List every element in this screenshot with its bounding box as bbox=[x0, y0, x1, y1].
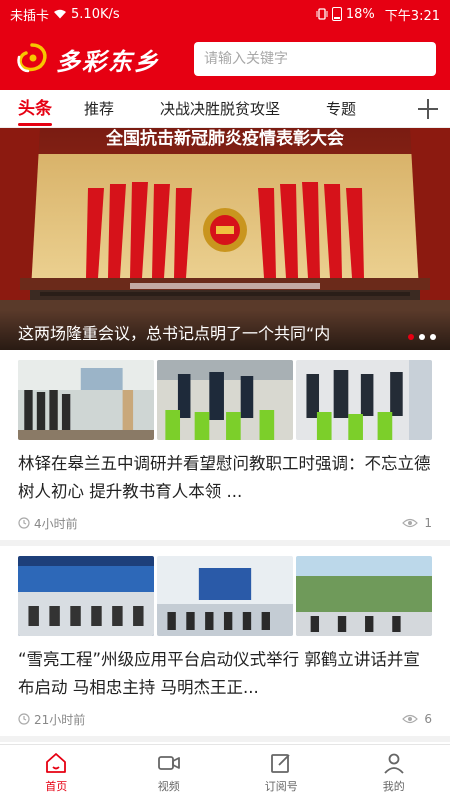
network-speed: 5.10K/s bbox=[71, 6, 120, 22]
logo-swirl-icon bbox=[17, 43, 47, 73]
nav-video-label: 视频 bbox=[157, 780, 180, 793]
subscribe-icon bbox=[271, 754, 290, 773]
news-meta: 4小时前 1 bbox=[18, 506, 432, 540]
nav-home[interactable]: 首页 bbox=[0, 745, 113, 800]
app-header: 多彩东乡 bbox=[0, 28, 450, 90]
carousel-dot[interactable] bbox=[408, 334, 414, 340]
news-thumbnails bbox=[18, 360, 432, 440]
news-thumbnail bbox=[18, 360, 154, 440]
tab-headline[interactable]: 头条 bbox=[12, 90, 58, 128]
battery-icon bbox=[331, 7, 342, 21]
news-thumbnail bbox=[18, 556, 154, 636]
news-thumbnail bbox=[157, 556, 293, 636]
wifi-icon bbox=[53, 9, 67, 19]
eye-icon bbox=[402, 518, 419, 528]
tab-recommend[interactable]: 推荐 bbox=[78, 90, 120, 128]
news-item[interactable]: “雪亮工程”州级应用平台启动仪式举行 郭鹤立讲话并宣布启动 马相忠主持 马明杰王… bbox=[0, 546, 450, 742]
clock-icon bbox=[18, 713, 30, 725]
news-title[interactable]: 林铎在皋兰五中调研并看望慰问教职工时强调：不忘立德树人初心 提升教书育人本领 .… bbox=[18, 450, 432, 506]
news-thumbnail bbox=[296, 360, 432, 440]
news-item[interactable]: 林铎在皋兰五中调研并看望慰问教职工时强调：不忘立德树人初心 提升教书育人本领 .… bbox=[0, 350, 450, 546]
news-thumbnail bbox=[157, 360, 293, 440]
tab-poverty-alleviation[interactable]: 决战决胜脱贫攻坚 bbox=[154, 90, 286, 128]
news-views-count: 1 bbox=[424, 516, 432, 530]
news-feed: 林铎在皋兰五中调研并看望慰问教职工时强调：不忘立德树人初心 提升教书育人本领 .… bbox=[0, 350, 450, 744]
app-logo: 多彩东乡 bbox=[14, 41, 160, 77]
nav-subscribe-label: 订阅号 bbox=[264, 780, 298, 793]
video-icon bbox=[157, 756, 180, 770]
news-time-text: 21小时前 bbox=[34, 712, 86, 727]
nav-subscribe[interactable]: 订阅号 bbox=[225, 745, 338, 800]
vibrate-icon bbox=[316, 8, 328, 20]
carousel-dot[interactable] bbox=[430, 334, 436, 340]
status-bar: 未插卡 5.10K/s 18% 下午3:21 bbox=[0, 0, 450, 28]
clock-icon bbox=[18, 517, 30, 529]
profile-icon bbox=[384, 753, 404, 774]
news-time-text: 4小时前 bbox=[34, 516, 78, 531]
home-icon bbox=[46, 753, 67, 773]
bottom-nav: 首页 视频 订阅号 我的 bbox=[0, 744, 450, 800]
carousel-dot[interactable] bbox=[419, 334, 425, 340]
clock: 下午3:21 bbox=[384, 8, 440, 24]
add-tab-plus-icon[interactable] bbox=[418, 98, 438, 119]
nav-video[interactable]: 视频 bbox=[113, 745, 226, 800]
news-views-count: 6 bbox=[424, 712, 432, 726]
sim-status: 未插卡 bbox=[10, 8, 50, 24]
nav-profile[interactable]: 我的 bbox=[338, 745, 450, 800]
news-time: 4小时前 bbox=[18, 515, 78, 532]
news-title[interactable]: “雪亮工程”州级应用平台启动仪式举行 郭鹤立讲话并宣布启动 马相忠主持 马明杰王… bbox=[18, 646, 432, 702]
battery-level: 18% bbox=[345, 6, 375, 22]
banner-caption[interactable]: 这两场隆重会议，总书记点明了一个共同“内 bbox=[0, 310, 450, 350]
news-thumbnails bbox=[18, 556, 432, 636]
carousel-dots bbox=[408, 334, 436, 340]
tab-special-topics[interactable]: 专题 bbox=[320, 90, 362, 128]
news-views: 1 bbox=[402, 516, 432, 530]
news-time: 21小时前 bbox=[18, 711, 85, 728]
search-input[interactable] bbox=[194, 42, 436, 76]
news-views: 6 bbox=[402, 712, 432, 726]
category-tabs: 头条 推荐 决战决胜脱贫攻坚 专题 bbox=[0, 90, 450, 128]
nav-home-label: 首页 bbox=[45, 780, 68, 793]
banner-stage-text: 全国抗击新冠肺炎疫情表彰大会 bbox=[105, 128, 344, 149]
item-divider bbox=[0, 736, 450, 742]
news-meta: 21小时前 6 bbox=[18, 702, 432, 736]
nav-profile-label: 我的 bbox=[382, 780, 405, 793]
news-thumbnail bbox=[296, 556, 432, 636]
headline-banner[interactable]: 全国抗击新冠肺炎疫情表彰大会 这两场隆重会议，总书记点明了一个共同“内 bbox=[0, 128, 450, 350]
eye-icon bbox=[402, 714, 419, 724]
logo-text: 多彩东乡 bbox=[56, 46, 160, 76]
